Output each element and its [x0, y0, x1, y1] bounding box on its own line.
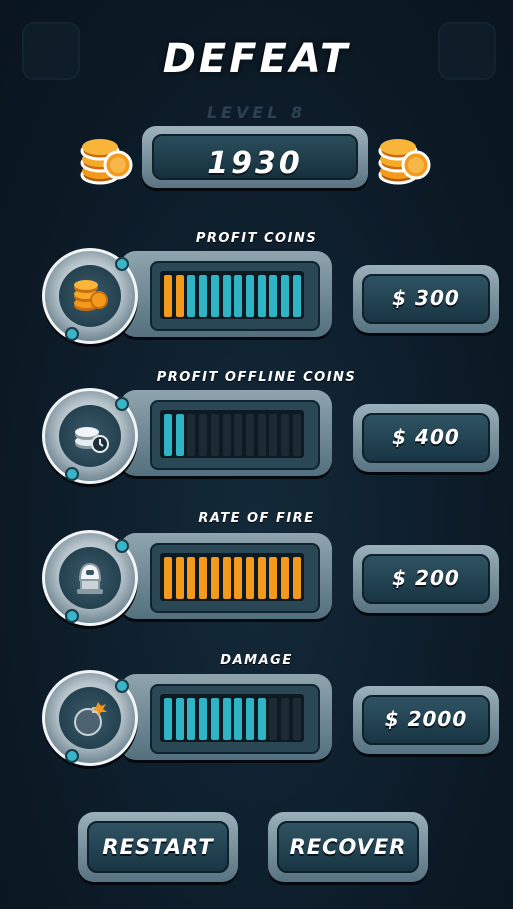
level-segment-cyan	[175, 414, 184, 456]
indicator-dot	[115, 257, 129, 271]
level-segment-empty	[292, 414, 301, 456]
upgrade-button-profit-offline-coins[interactable]: $ 400	[353, 404, 499, 472]
level-segment-cyan	[245, 698, 254, 740]
level-segment-orange	[257, 557, 266, 599]
restart-button[interactable]: RESTART	[78, 812, 238, 882]
level-segment-cyan	[269, 275, 278, 317]
upgrade-icon-profit-offline-coins	[42, 388, 138, 484]
level-segment-orange	[164, 275, 172, 317]
offline-coins-icon	[75, 427, 109, 453]
upgrade-price: $ 400	[392, 425, 460, 449]
level-segment-orange	[245, 557, 254, 599]
upgrade-icon-rate-of-fire	[42, 530, 138, 626]
level-segment-empty	[222, 414, 231, 456]
level-segment-orange	[164, 557, 172, 599]
upgrade-bar-profit-offline-coins	[120, 390, 332, 476]
level-segment-empty	[292, 698, 301, 740]
turret-icon	[77, 562, 103, 594]
upgrade-price: $ 300	[392, 286, 460, 310]
level-segment-cyan	[222, 698, 231, 740]
upgrade-bar-damage	[120, 674, 332, 760]
level-segment-empty	[281, 414, 289, 456]
level-segment-cyan	[234, 698, 243, 740]
level-segment-empty	[269, 698, 278, 740]
level-segment-cyan	[187, 275, 196, 317]
level-segment-cyan	[281, 275, 289, 317]
level-segment-cyan	[257, 698, 266, 740]
level-label: LEVEL 8	[206, 103, 307, 122]
level-segment-cyan	[199, 698, 208, 740]
upgrade-button-rate-of-fire[interactable]: $ 200	[353, 545, 499, 613]
level-segment-orange	[175, 275, 184, 317]
level-segment-empty	[234, 414, 243, 456]
defeat-title: DEFEAT	[162, 36, 351, 82]
level-bar-track	[160, 694, 304, 742]
coin-total: 1930	[207, 146, 303, 181]
level-segment-cyan	[210, 275, 219, 317]
level-segment-orange	[199, 557, 208, 599]
level-segment-cyan	[210, 698, 219, 740]
upgrade-price: $ 200	[392, 566, 460, 590]
level-segment-empty	[281, 698, 289, 740]
upgrade-icon-damage	[42, 670, 138, 766]
upgrade-label-profit-offline-coins: PROFIT OFFLINE COINS	[156, 370, 357, 385]
indicator-dot	[65, 609, 79, 623]
upgrade-button-damage[interactable]: $ 2000	[353, 686, 499, 754]
level-segment-cyan	[175, 698, 184, 740]
level-segment-cyan	[199, 275, 208, 317]
level-segment-cyan	[222, 275, 231, 317]
level-bar-track	[160, 553, 304, 601]
upgrade-bar-profit-coins	[120, 251, 332, 337]
level-segment-cyan	[187, 698, 196, 740]
upgrade-icon-profit-coins	[42, 248, 138, 344]
level-segment-orange	[187, 557, 196, 599]
coin-stack-icon-left	[78, 135, 134, 187]
indicator-dot	[65, 749, 79, 763]
indicator-dot	[115, 539, 129, 553]
level-segment-orange	[281, 557, 289, 599]
recover-label: RECOVER	[289, 835, 407, 859]
level-segment-empty	[210, 414, 219, 456]
level-segment-orange	[292, 557, 301, 599]
level-segment-empty	[269, 414, 278, 456]
indicator-dot	[115, 679, 129, 693]
level-segment-orange	[222, 557, 231, 599]
level-segment-orange	[234, 557, 243, 599]
coin-stack-icon	[74, 280, 108, 311]
upgrade-price: $ 2000	[384, 707, 468, 731]
level-segment-cyan	[245, 275, 254, 317]
level-segment-cyan	[164, 414, 172, 456]
level-segment-empty	[199, 414, 208, 456]
restart-label: RESTART	[102, 835, 214, 859]
level-bar-track	[160, 271, 304, 319]
level-segment-cyan	[292, 275, 301, 317]
level-segment-orange	[269, 557, 278, 599]
coin-stack-icon-right	[376, 135, 432, 187]
coin-total-panel: 1930	[142, 126, 368, 188]
level-segment-empty	[245, 414, 254, 456]
upgrade-label-profit-coins: PROFIT COINS	[195, 231, 318, 246]
upgrade-label-rate-of-fire: RATE OF FIRE	[198, 511, 315, 526]
upgrade-button-profit-coins[interactable]: $ 300	[353, 265, 499, 333]
upgrade-bar-rate-of-fire	[120, 533, 332, 619]
level-segment-cyan	[164, 698, 172, 740]
level-segment-cyan	[257, 275, 266, 317]
indicator-dot	[65, 467, 79, 481]
bomb-icon	[74, 702, 107, 736]
level-segment-empty	[257, 414, 266, 456]
level-segment-orange	[175, 557, 184, 599]
upgrade-label-damage: DAMAGE	[220, 653, 293, 668]
indicator-dot	[65, 327, 79, 341]
level-segment-empty	[187, 414, 196, 456]
level-bar-track	[160, 410, 304, 458]
recover-button[interactable]: RECOVER	[268, 812, 428, 882]
level-segment-orange	[210, 557, 219, 599]
level-segment-cyan	[234, 275, 243, 317]
indicator-dot	[115, 397, 129, 411]
